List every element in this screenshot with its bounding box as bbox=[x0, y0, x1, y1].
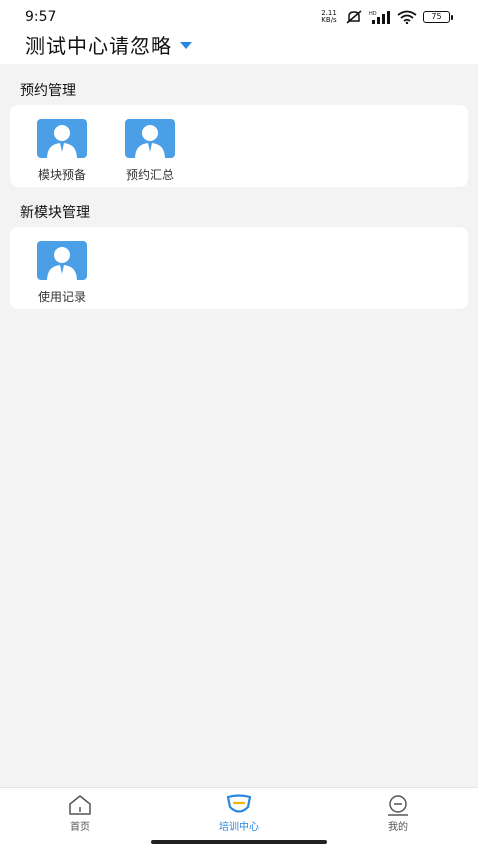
status-time: 9:57 bbox=[25, 9, 57, 25]
tile-usage-record[interactable]: 使用记录 bbox=[27, 241, 97, 305]
tile-label: 使用记录 bbox=[37, 290, 86, 304]
nav-training-center[interactable]: 培训中心 bbox=[199, 794, 279, 834]
page-title: 测试中心请忽略 bbox=[25, 33, 172, 58]
nav-label-training-center: 培训中心 bbox=[219, 822, 259, 833]
network-speed: 2.11 KB/s bbox=[319, 10, 339, 24]
user-avatar-icon bbox=[37, 241, 87, 280]
user-avatar-icon bbox=[125, 119, 175, 158]
profile-icon bbox=[388, 795, 408, 816]
mute-icon bbox=[346, 10, 362, 24]
nav-profile[interactable]: 我的 bbox=[358, 794, 438, 834]
nav-label-home: 首页 bbox=[70, 822, 90, 833]
title-selector[interactable]: 测试中心请忽略 bbox=[25, 30, 192, 58]
section-title-new-module: 新模块管理 bbox=[20, 205, 90, 221]
tile-label: 预约汇总 bbox=[125, 168, 174, 182]
user-avatar-icon bbox=[37, 119, 87, 158]
section-title-appointment: 预约管理 bbox=[20, 83, 76, 99]
battery-indicator: 75 bbox=[423, 11, 453, 23]
app-screen: 9:57 2.11 KB/s HD 75 测试中心请忽略 预约管理 模块预备 预… bbox=[0, 0, 478, 850]
wifi-icon bbox=[397, 10, 417, 24]
training-center-icon bbox=[226, 794, 252, 813]
header: 9:57 2.11 KB/s HD 75 测试中心请忽略 bbox=[0, 0, 478, 64]
nav-home[interactable]: 首页 bbox=[40, 794, 120, 834]
section-card-appointment: 模块预备 预约汇总 bbox=[10, 105, 468, 187]
nav-label-profile: 我的 bbox=[388, 822, 408, 833]
home-indicator bbox=[151, 840, 327, 844]
tile-appointment-summary[interactable]: 预约汇总 bbox=[115, 119, 185, 183]
tile-module-prepare[interactable]: 模块预备 bbox=[27, 119, 97, 183]
caret-down-icon bbox=[180, 41, 192, 49]
battery-level: 75 bbox=[431, 12, 442, 21]
home-icon bbox=[69, 795, 91, 815]
status-bar: 9:57 2.11 KB/s HD 75 bbox=[0, 0, 478, 30]
svg-text:HD: HD bbox=[369, 11, 377, 17]
status-icons: 2.11 KB/s HD 75 bbox=[319, 8, 453, 26]
section-card-new-module: 使用记录 bbox=[10, 227, 468, 309]
signal-icon: HD bbox=[369, 11, 390, 24]
tile-label: 模块预备 bbox=[37, 168, 86, 182]
network-speed-unit: KB/s bbox=[321, 16, 337, 24]
